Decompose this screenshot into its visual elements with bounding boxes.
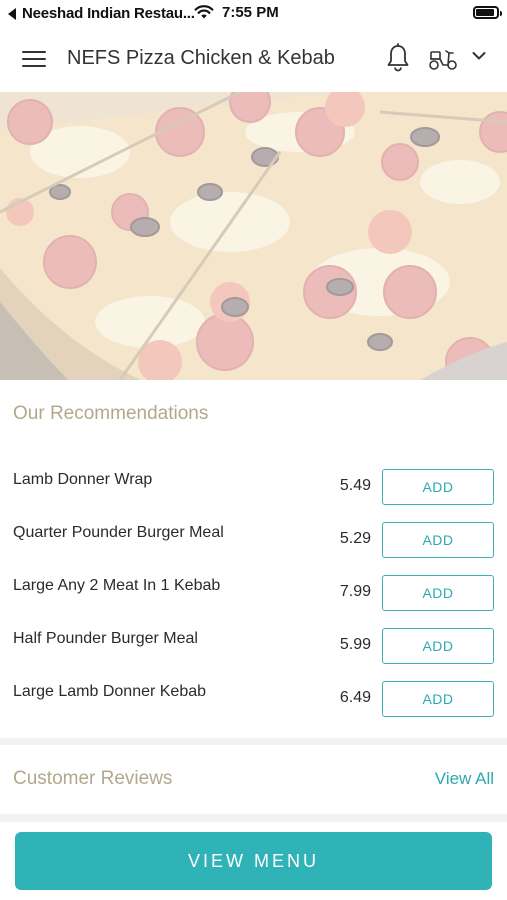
- section-divider: [0, 814, 507, 822]
- list-item: Large Lamb Donner Kebab 6.49 ADD: [0, 674, 507, 727]
- reviews-title: Customer Reviews: [13, 768, 173, 789]
- list-item: Lamb Donner Wrap 5.49 ADD: [0, 462, 507, 515]
- item-price: 5.99: [339, 636, 371, 653]
- add-button[interactable]: ADD: [382, 681, 494, 717]
- view-menu-button[interactable]: VIEW MENU: [15, 832, 492, 890]
- list-item: Quarter Pounder Burger Meal 5.29 ADD: [0, 515, 507, 568]
- battery-fill: [476, 9, 494, 16]
- back-to-app[interactable]: Neeshad Indian Restau...: [8, 5, 195, 22]
- add-button[interactable]: ADD: [382, 522, 494, 558]
- chevron-down-icon[interactable]: [472, 51, 486, 61]
- view-all-reviews-link[interactable]: View All: [435, 769, 494, 789]
- back-caret-icon: [8, 7, 16, 20]
- recommendations-title: Our Recommendations: [13, 403, 209, 424]
- item-price: 5.29: [339, 530, 371, 547]
- list-item: Large Any 2 Meat In 1 Kebab 7.99 ADD: [0, 568, 507, 621]
- add-button[interactable]: ADD: [382, 575, 494, 611]
- carrier-label: Neeshad Indian Restau...: [22, 5, 195, 22]
- app-header: NEFS Pizza Chicken & Kebab: [0, 28, 507, 92]
- bell-icon[interactable]: [386, 43, 410, 73]
- menu-icon[interactable]: [22, 51, 46, 69]
- list-item: Half Pounder Burger Meal 5.99 ADD: [0, 621, 507, 674]
- add-button[interactable]: ADD: [382, 469, 494, 505]
- add-button[interactable]: ADD: [382, 628, 494, 664]
- item-name: Lamb Donner Wrap: [13, 471, 153, 488]
- item-price: 6.49: [339, 689, 371, 706]
- item-name: Large Lamb Donner Kebab: [13, 683, 207, 700]
- page-title: NEFS Pizza Chicken & Kebab: [67, 47, 335, 69]
- item-price: 7.99: [339, 583, 371, 600]
- section-divider: [0, 738, 507, 745]
- hero-pizza-image: [0, 92, 507, 380]
- battery-icon: [473, 6, 502, 19]
- clock: 7:55 PM: [222, 4, 279, 21]
- item-name: Large Any 2 Meat In 1 Kebab: [13, 577, 221, 594]
- scooter-icon[interactable]: [427, 45, 459, 73]
- item-price: 5.49: [339, 477, 371, 494]
- status-bar: Neeshad Indian Restau... 7:55 PM: [0, 0, 507, 28]
- item-name: Quarter Pounder Burger Meal: [13, 524, 224, 541]
- item-name: Half Pounder Burger Meal: [13, 630, 198, 647]
- wifi-icon: [194, 5, 214, 19]
